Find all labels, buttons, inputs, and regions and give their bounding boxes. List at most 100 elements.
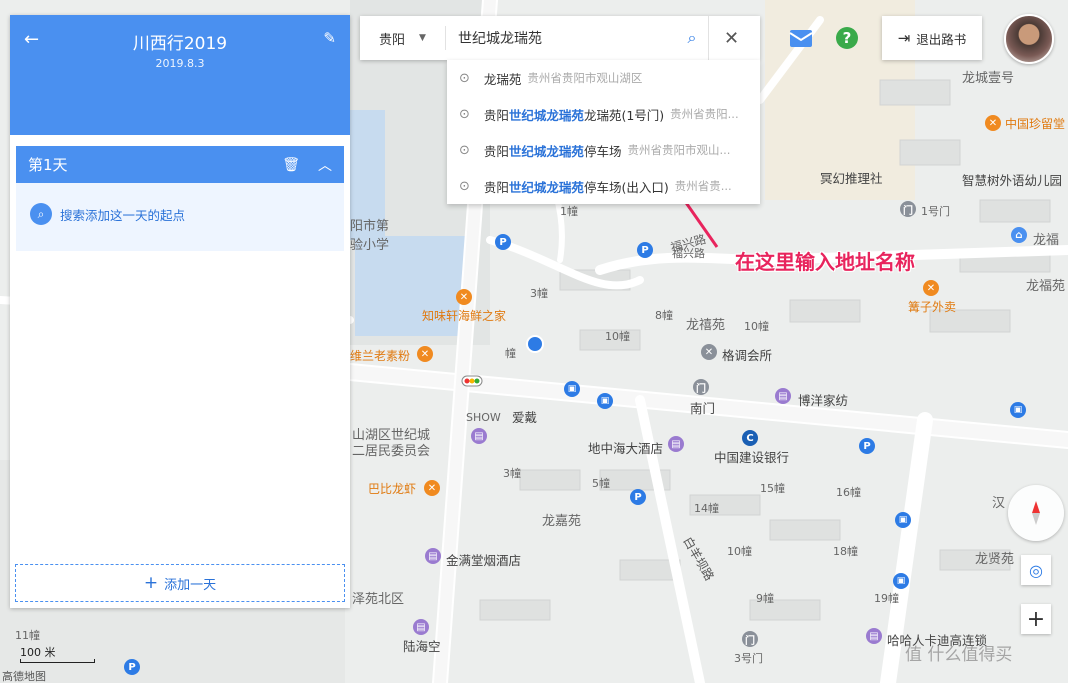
day-label: 第1天	[28, 156, 68, 174]
bus-stop-icon[interactable]: ▣	[597, 393, 613, 409]
map-label[interactable]: 阳市第	[350, 215, 389, 234]
map-label[interactable]: 巴比龙虾	[368, 480, 416, 497]
map-label[interactable]: 3号门	[734, 650, 763, 666]
restaurant-icon[interactable]: ✕	[923, 280, 939, 296]
map-label[interactable]: 1幢	[560, 203, 578, 219]
map-label[interactable]: 1号门	[921, 203, 950, 219]
map-label[interactable]: 龙贤苑	[975, 548, 1014, 567]
bank-icon[interactable]: C	[742, 430, 758, 446]
avatar[interactable]	[1004, 14, 1054, 64]
map-label[interactable]: SHOW	[466, 411, 501, 424]
map-label[interactable]: 龙城壹号	[962, 67, 1014, 86]
bus-stop-icon[interactable]: ▣	[1010, 402, 1026, 418]
map-label[interactable]: 中国珍留堂	[1005, 115, 1065, 132]
parking-icon[interactable]: P	[859, 438, 875, 454]
add-start-point-link[interactable]: ⌕ 搜索添加这一天的起点	[16, 183, 344, 225]
suggestion-address: 贵州省贵阳市观山湖区	[527, 71, 643, 85]
parking-icon[interactable]: P	[495, 234, 511, 250]
map-label[interactable]: 3幢	[530, 285, 548, 301]
suggestion-name-suffix: 停车场(出入口)	[583, 179, 669, 195]
gate-icon: 门	[693, 379, 709, 395]
shop-icon[interactable]: ▤	[413, 619, 429, 635]
map-label[interactable]: 龙嘉苑	[542, 510, 581, 529]
help-button[interactable]: ?	[832, 16, 862, 60]
restaurant-icon[interactable]: ✕	[424, 480, 440, 496]
map-label[interactable]: 汉	[992, 492, 1005, 511]
close-icon[interactable]: ✕	[708, 16, 754, 60]
day-header[interactable]: 第1天 🗑 ︿	[16, 146, 344, 183]
suggestion-item[interactable]: ⊙ 贵阳世纪城龙瑞苑龙瑞苑(1号门) 贵州省贵阳...	[447, 96, 760, 132]
parking-icon[interactable]: P	[637, 242, 653, 258]
map-label[interactable]: 龙福	[1033, 229, 1059, 248]
plus-icon: +	[143, 573, 159, 593]
gate-icon: 门	[900, 201, 916, 217]
restaurant-icon[interactable]: ✕	[456, 289, 472, 305]
map-label[interactable]: 南门	[690, 398, 715, 417]
map-label[interactable]: 龙禧苑	[686, 314, 725, 333]
map-label[interactable]: 篝子外卖	[908, 298, 956, 315]
search-input[interactable]	[446, 30, 676, 46]
shop-icon[interactable]: ▤	[425, 548, 441, 564]
map-label[interactable]: 19幢	[874, 590, 899, 606]
map-label[interactable]: 5幢	[592, 475, 610, 491]
map-label[interactable]: 陆海空	[403, 636, 441, 655]
message-button[interactable]	[786, 16, 816, 60]
shop-icon[interactable]: ▤	[471, 428, 487, 444]
add-day-button[interactable]: + 添加一天	[15, 564, 345, 602]
map-label[interactable]: 中国建设银行	[714, 447, 789, 466]
location-pin-icon: ⊙	[459, 142, 470, 158]
map-label[interactable]: 16幢	[836, 484, 861, 500]
map-label[interactable]: 维兰老素粉	[350, 347, 410, 364]
suggestion-item[interactable]: ⊙ 龙瑞苑 贵州省贵阳市观山湖区	[447, 60, 760, 96]
trash-icon[interactable]: 🗑	[282, 157, 300, 173]
map-label[interactable]: 3幢	[503, 465, 521, 481]
shop-icon[interactable]: ▤	[775, 388, 791, 404]
day-card: 第1天 🗑 ︿ ⌕ 搜索添加这一天的起点	[16, 146, 344, 251]
map-label[interactable]: 18幢	[833, 543, 858, 559]
map-label[interactable]: 冥幻推理社	[820, 168, 883, 187]
map-label[interactable]: 8幢	[655, 307, 673, 323]
parking-icon[interactable]: P	[630, 489, 646, 505]
map-label[interactable]: 15幢	[760, 480, 785, 496]
bus-stop-icon[interactable]: ▣	[564, 381, 580, 397]
map-label[interactable]: 智慧树外语幼儿园	[962, 170, 1062, 189]
map-label[interactable]: 验小学	[350, 234, 389, 253]
map-label[interactable]: 知味轩海鲜之家	[422, 307, 506, 324]
map-label[interactable]: 幢	[505, 345, 516, 361]
map-label[interactable]: 泽苑北区	[352, 588, 404, 607]
location-pin-icon: ⊙	[459, 70, 470, 86]
zoom-in-button[interactable]: +	[1021, 604, 1051, 634]
restaurant-icon[interactable]: ✕	[417, 346, 433, 362]
parking-icon[interactable]: P	[124, 659, 140, 675]
bus-stop-icon[interactable]: ▣	[893, 573, 909, 589]
bus-stop-icon[interactable]: ▣	[895, 512, 911, 528]
map-label[interactable]: 10幢	[744, 318, 769, 334]
restaurant-icon[interactable]: ✕	[985, 115, 1001, 131]
map-label[interactable]: 爱戴	[512, 407, 537, 426]
edit-pencil-icon[interactable]: ✎	[323, 29, 336, 47]
chevron-up-icon[interactable]: ︿	[318, 155, 332, 175]
shop-icon[interactable]: ▤	[866, 628, 882, 644]
map-label[interactable]: 二居民委员会	[352, 440, 430, 459]
map-label[interactable]: 11幢	[15, 627, 40, 643]
club-icon[interactable]: ✕	[701, 344, 717, 360]
map-label[interactable]: 格调会所	[722, 345, 772, 364]
map-label[interactable]: 9幢	[756, 590, 774, 606]
map-label[interactable]: 14幢	[694, 500, 719, 516]
search-icon[interactable]: ⌕	[676, 28, 708, 48]
map-label[interactable]: 10幢	[727, 543, 752, 559]
hotel-icon[interactable]: ▤	[668, 436, 684, 452]
locate-icon[interactable]: ◎	[1021, 555, 1051, 585]
exit-route-button[interactable]: ⇥ 退出路书	[882, 16, 982, 60]
map-label[interactable]: 福兴路	[672, 245, 705, 261]
map-label[interactable]: 龙福苑	[1026, 275, 1065, 294]
school-icon[interactable]: ⌂	[1011, 227, 1027, 243]
map-label[interactable]: 金满堂烟酒店	[446, 550, 521, 569]
map-label[interactable]: 10幢	[605, 328, 630, 344]
city-select[interactable]: 贵阳 ▼	[360, 26, 446, 50]
map-label[interactable]: 博洋家纺	[798, 390, 848, 409]
compass-control[interactable]	[1008, 485, 1064, 541]
suggestion-item[interactable]: ⊙ 贵阳世纪城龙瑞苑停车场(出入口) 贵州省贵...	[447, 168, 760, 204]
map-label[interactable]: 地中海大酒店	[588, 438, 663, 457]
suggestion-item[interactable]: ⊙ 贵阳世纪城龙瑞苑停车场 贵州省贵阳市观山...	[447, 132, 760, 168]
